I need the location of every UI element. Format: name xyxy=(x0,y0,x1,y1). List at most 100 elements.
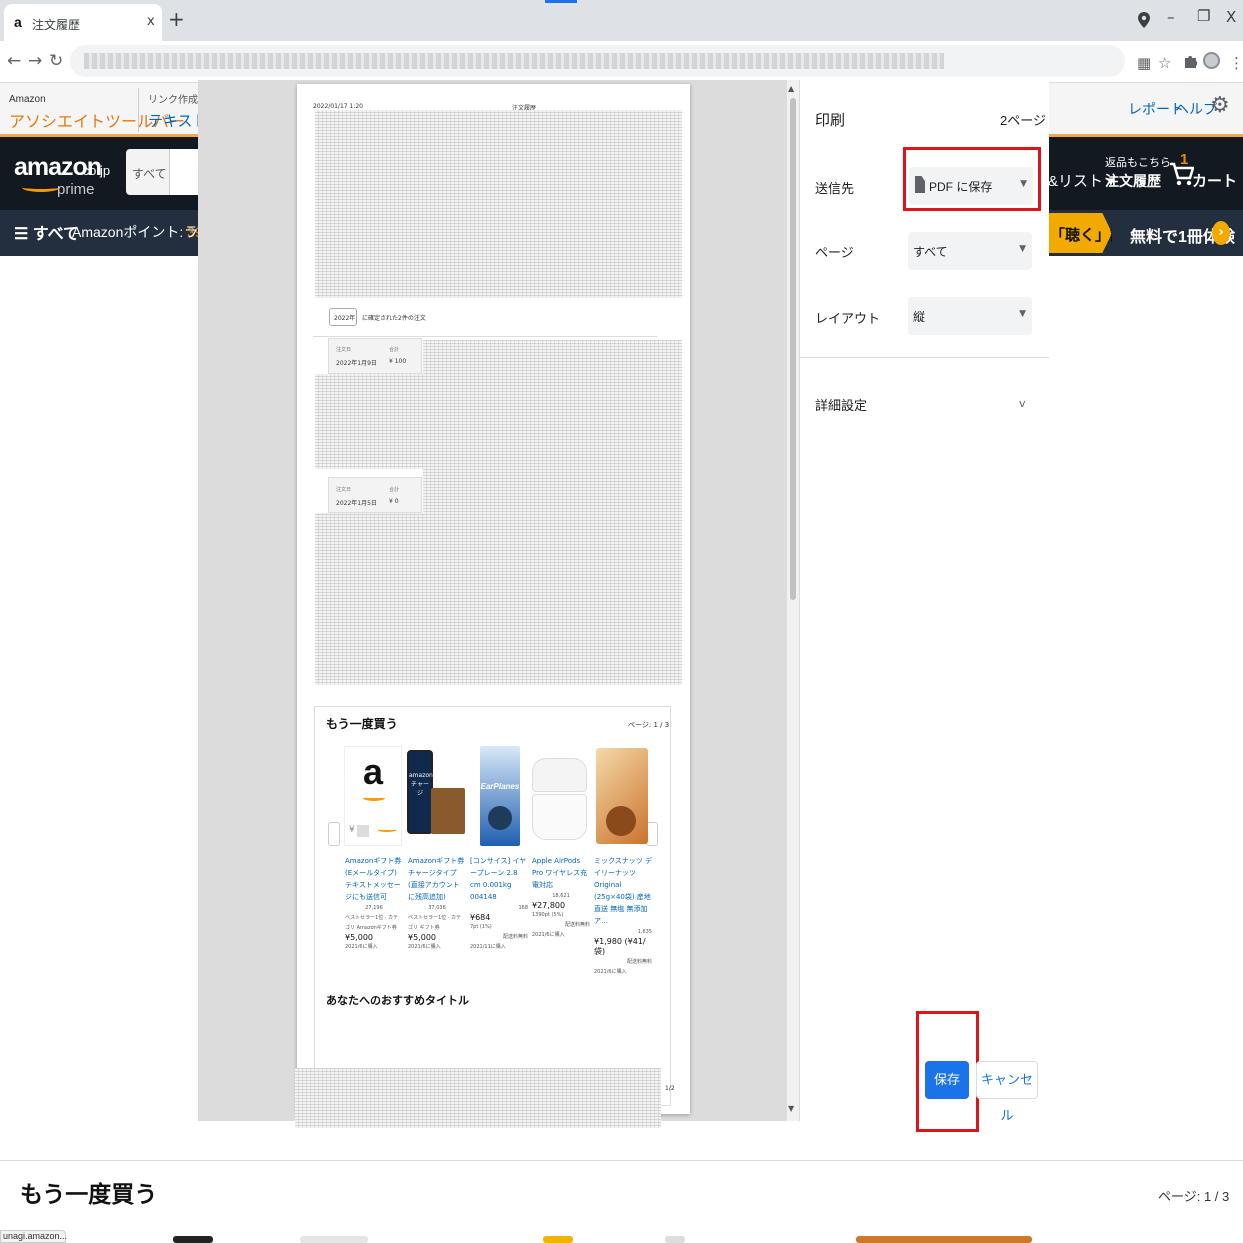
star-icon[interactable]: ☆ xyxy=(1158,54,1171,72)
cart-icon[interactable] xyxy=(1168,160,1194,188)
product-image xyxy=(594,746,652,846)
media-control-icon[interactable] xyxy=(1137,11,1151,29)
yen-mark: ¥ xyxy=(349,825,355,835)
print-date: 2022/01/17 1:20 xyxy=(313,103,363,110)
product-points: 7pt (1%) xyxy=(470,924,492,930)
order-history-link[interactable]: 注文履歴 xyxy=(1105,171,1161,191)
new-tab-icon[interactable]: + xyxy=(168,7,185,31)
product-info[interactable]: ミックスナッツ デイリーナッツ Original (25g×40袋) 産地直送 … xyxy=(594,855,652,977)
product-name[interactable]: Amazonギフト券(Eメールタイプ) テキストメッセージにも送信可 xyxy=(345,855,403,903)
gear-icon[interactable]: ⚙ xyxy=(1210,93,1230,118)
close-window-button[interactable]: X xyxy=(1226,8,1236,26)
chevron-down-icon[interactable]: v xyxy=(1019,397,1026,410)
more-settings-toggle[interactable]: 詳細設定 xyxy=(815,395,867,414)
product-info[interactable]: [コンサイス] イヤープレーン 2.8 cm 0.001kg 004148 16… xyxy=(470,855,528,952)
order-total-label: 合計 xyxy=(389,487,400,493)
product-name[interactable]: Amazonギフト券 チャージタイプ(直接アカウントに残高追加) xyxy=(408,855,466,903)
product-name[interactable]: ミックスナッツ デイリーナッツ Original (25g×40袋) 産地直送 … xyxy=(594,855,652,927)
cancel-button[interactable]: キャンセル xyxy=(976,1061,1038,1123)
product-price: ¥5,000 xyxy=(345,933,373,942)
product-price: ¥27,800 xyxy=(532,901,566,910)
dropdown-arrow-icon: ▼ xyxy=(1019,244,1026,254)
destination-select[interactable]: PDF に保存 ▼ xyxy=(909,167,1033,205)
redacted-order-item xyxy=(315,513,423,685)
restore-button[interactable]: ❐ xyxy=(1197,7,1210,25)
product-reviews: 27,196 xyxy=(365,905,383,911)
product-thumb[interactable] xyxy=(543,1236,573,1243)
product-image: EarPlanes xyxy=(470,746,528,846)
profile-avatar-icon[interactable] xyxy=(1203,52,1220,69)
nuts-bowl-image xyxy=(606,806,636,836)
qr-code-icon[interactable]: ▦ xyxy=(1137,54,1151,72)
buy-again-section xyxy=(0,1160,1243,1243)
order-total-label: 合計 xyxy=(389,347,400,353)
back-arrow-icon[interactable]: ← xyxy=(7,51,21,71)
search-input[interactable] xyxy=(170,149,200,195)
dropdown-arrow-icon: ▼ xyxy=(1019,309,1026,319)
product-thumb[interactable] xyxy=(665,1236,685,1243)
pages-label: ページ xyxy=(815,245,854,260)
scroll-down-icon[interactable]: ▼ xyxy=(788,1104,794,1113)
returns-label: 返品もこちら xyxy=(1105,157,1171,169)
forward-arrow-icon[interactable]: → xyxy=(28,51,42,71)
earplug-image xyxy=(488,806,512,830)
product-shipping: 配送料無料 xyxy=(502,934,528,940)
wallet-image xyxy=(431,788,465,834)
product-reviews: 1,635 xyxy=(637,929,652,935)
product-badge: ベストセラー1位 · カテゴリ ギフト券 xyxy=(408,915,462,931)
puzzle-icon[interactable] xyxy=(1184,54,1197,69)
earplanes-package xyxy=(480,746,520,846)
purchase-date: 2021/6に購入 xyxy=(594,969,627,975)
amazon-smile-icon xyxy=(22,183,60,192)
points-label: Amazonポイント: xyxy=(72,224,188,240)
product-info[interactable]: Apple AirPods Pro ワイヤレス充電対応 18,621 ¥27,8… xyxy=(532,855,590,940)
order-total: ¥ 100 xyxy=(389,358,407,365)
cart-label[interactable]: カート xyxy=(1192,170,1237,191)
amazon-smile-icon xyxy=(377,827,397,832)
redacted-url xyxy=(84,53,944,69)
scroll-up-icon[interactable]: ▲ xyxy=(788,84,794,93)
airpods-image xyxy=(532,758,587,792)
sheet-count: 2ページ xyxy=(1000,113,1046,128)
preview-scrollbar-thumb[interactable] xyxy=(790,98,796,600)
purchase-date: 2021/11に購入 xyxy=(470,944,506,950)
buy-again-title: もう一度買う xyxy=(20,1181,158,1207)
product-price: ¥5,000 xyxy=(408,933,436,942)
tab-strip xyxy=(0,0,1243,41)
product-reviews: 37,036 xyxy=(428,905,446,911)
product-thumb[interactable] xyxy=(300,1236,368,1243)
product-name[interactable]: [コンサイス] イヤープレーン 2.8 cm 0.001kg 004148 xyxy=(470,855,528,903)
product-image-label: EarPlanes xyxy=(480,782,520,791)
product-info[interactable]: Amazonギフト券 チャージタイプ(直接アカウントに残高追加) 37,036 … xyxy=(408,855,466,952)
purchase-date: 2021/6に購入 xyxy=(345,944,378,950)
product-name[interactable]: Apple AirPods Pro ワイヤレス充電対応 xyxy=(532,855,590,891)
status-url: unagi.amazon... xyxy=(0,1230,67,1243)
all-menu-button[interactable]: ☰ すべて xyxy=(14,220,79,244)
order-total: ¥ 0 xyxy=(389,498,399,505)
carousel-prev-button xyxy=(328,822,340,846)
product-thumb[interactable] xyxy=(856,1236,1032,1243)
product-shipping: 配送料無料 xyxy=(564,922,590,928)
chevron-right-icon: › xyxy=(1212,221,1230,245)
redacted-order-details xyxy=(423,340,682,685)
tab-close-icon[interactable]: x xyxy=(147,14,155,29)
redacted-order-item xyxy=(315,374,423,469)
kebab-menu-icon[interactable]: ⋮ xyxy=(1229,54,1243,72)
product-image: amazon チャージ xyxy=(407,746,465,846)
layout-select[interactable]: 縦 ▼ xyxy=(908,297,1032,335)
pages-select[interactable]: すべて ▼ xyxy=(908,232,1032,270)
product-info[interactable]: Amazonギフト券(Eメールタイプ) テキストメッセージにも送信可 27,19… xyxy=(345,855,403,952)
redacted-header-region xyxy=(315,110,682,298)
order-header: 注文日 2022年1月5日 合計 ¥ 0 xyxy=(328,477,422,513)
reload-icon[interactable]: ↻ xyxy=(49,51,63,71)
redacted-footer-region xyxy=(295,1068,661,1128)
product-reviews: 18,621 xyxy=(552,893,570,899)
save-button[interactable]: 保存 xyxy=(925,1061,969,1099)
recommend-title: あなたへのおすすめタイトル xyxy=(326,995,469,1007)
pages-value: すべて xyxy=(913,245,948,259)
address-bar[interactable] xyxy=(70,45,1125,77)
product-thumb[interactable] xyxy=(173,1236,213,1243)
minimize-button[interactable]: – xyxy=(1167,8,1175,26)
assoc-brand-small: Amazon xyxy=(9,94,46,105)
browser-tab[interactable]: a 注文履歴 x xyxy=(4,4,162,41)
